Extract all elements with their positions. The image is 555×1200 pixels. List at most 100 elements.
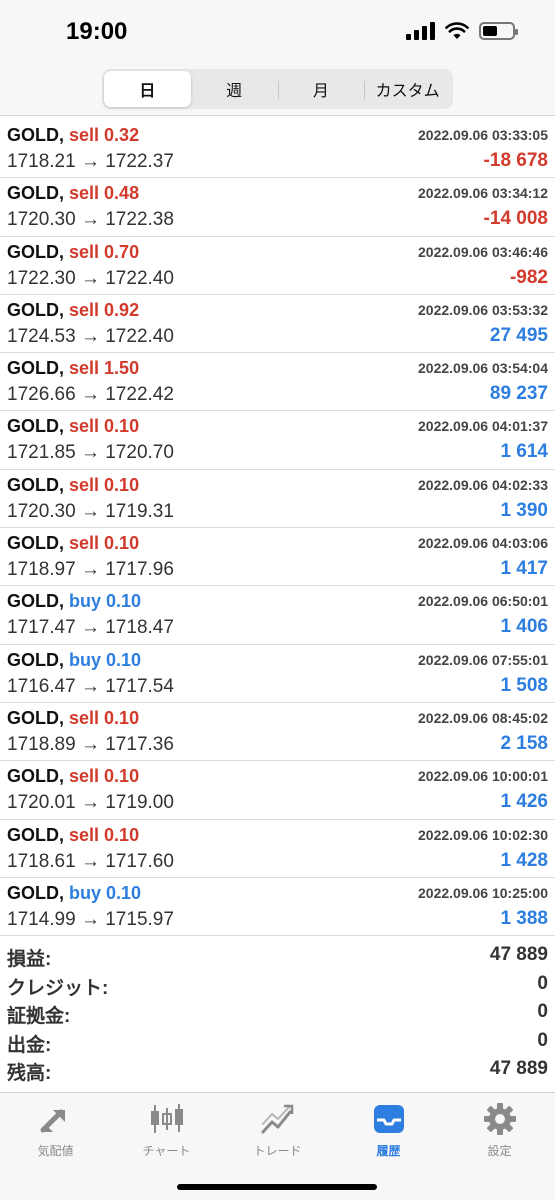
deal-symbol: GOLD, (7, 125, 64, 145)
deal-prices: 1720.30 → 1722.38 (7, 209, 174, 231)
deal-symbol: GOLD, (7, 649, 64, 670)
battery-level (483, 26, 497, 36)
deal-symbol: GOLD, (7, 882, 64, 903)
deal-time: 2022.09.06 10:02:30 (418, 826, 548, 843)
tab-label: 履歴 (376, 1144, 401, 1158)
deal-time: 2022.09.06 06:50:01 (418, 593, 548, 610)
summary-row: 残高: 47 889 (0, 1056, 555, 1085)
deal-symbol-line: GOLD, sell 0.10 (7, 533, 139, 554)
summary-row: 証拠金: 0 (0, 999, 555, 1028)
deal-prices: 1718.97 → 1717.96 (7, 559, 174, 581)
period-tab[interactable]: カスタム (364, 71, 451, 107)
deal-time: 2022.09.06 03:34:12 (418, 185, 548, 202)
deal-symbol: GOLD, (7, 474, 64, 495)
deal-profit: 1 390 (500, 499, 548, 521)
bottom-tab-bar: 気配値 チャート トレード 履歴 設定 (0, 1092, 555, 1200)
status-time: 19:00 (66, 18, 128, 45)
deal-time: 2022.09.06 04:03:06 (418, 535, 548, 552)
summary-value: 0 (537, 1029, 548, 1051)
tab-candlestick-chart[interactable]: チャート (111, 1101, 222, 1159)
deal-symbol: GOLD, (7, 824, 64, 845)
deal-symbol-line: GOLD, sell 0.10 (7, 475, 139, 496)
deal-profit: 1 508 (500, 674, 548, 696)
summary-row: クレジット: 0 (0, 971, 555, 1000)
summary-block: 損益: 47 889 クレジット: 0 証拠金: 0 出金: 0 残高: 47 889 (0, 942, 555, 1085)
deal-side-volume: buy 0.10 (69, 882, 142, 903)
deal-symbol-line: GOLD, sell 0.48 (7, 183, 139, 204)
deal-profit: 1 417 (500, 558, 548, 580)
deal-profit: -982 (509, 266, 548, 288)
quotes-arrows-icon (0, 1101, 111, 1137)
deal-side-volume: buy 0.10 (69, 591, 142, 612)
period-tab[interactable]: 日 (104, 71, 191, 107)
deal-side-volume: sell 0.10 (69, 533, 140, 554)
status-bar: 19:00 (0, 0, 555, 64)
deal-time: 2022.09.06 04:02:33 (418, 476, 548, 493)
deal-row[interactable]: GOLD, buy 0.10 2022.09.06 06:50:01 1717.47… (0, 586, 555, 645)
deal-side-volume: sell 0.10 (69, 766, 140, 787)
deal-symbol: GOLD, (7, 766, 64, 787)
tab-gear[interactable]: 設定 (444, 1101, 555, 1159)
deal-profit: 1 406 (500, 616, 548, 638)
deal-time: 2022.09.06 03:53:32 (418, 301, 548, 318)
deal-side-volume: sell 1.50 (69, 358, 140, 379)
candlestick-chart-icon (111, 1101, 222, 1137)
deal-symbol-line: GOLD, buy 0.10 (7, 650, 141, 671)
summary-label: 出金: (7, 1034, 52, 1056)
trade-line-chart-icon (222, 1101, 333, 1137)
deal-row[interactable]: GOLD, sell 0.10 2022.09.06 08:45:02 1718.8… (0, 703, 555, 762)
deal-row[interactable]: GOLD, sell 0.10 2022.09.06 10:02:30 1718.6… (0, 820, 555, 878)
tab-label: トレード (253, 1144, 302, 1158)
deal-side-volume: buy 0.10 (69, 649, 142, 670)
deal-side-volume: sell 0.48 (69, 183, 140, 204)
deal-symbol-line: GOLD, sell 0.32 (7, 125, 139, 146)
deal-profit: -14 008 (483, 208, 548, 230)
deal-time: 2022.09.06 04:01:37 (418, 418, 548, 435)
period-tab[interactable]: 月 (277, 71, 365, 107)
deal-row[interactable]: GOLD, sell 0.10 2022.09.06 04:01:37 1721.8… (0, 411, 555, 470)
deal-time: 2022.09.06 10:25:00 (418, 884, 548, 901)
summary-row: 出金: 0 (0, 1028, 555, 1057)
tab-quotes-arrows[interactable]: 気配値 (0, 1101, 111, 1159)
deal-profit: 89 237 (489, 383, 548, 405)
period-segmented-control: 日週月カスタム (102, 69, 453, 109)
deal-side-volume: sell 0.92 (69, 299, 140, 320)
tab-trade-line-chart[interactable]: トレード (222, 1101, 333, 1159)
deal-prices: 1718.89 → 1717.36 (7, 733, 174, 755)
deal-side-volume: sell 0.10 (69, 707, 140, 728)
deal-symbol: GOLD, (7, 299, 64, 320)
summary-value: 47 889 (489, 1058, 548, 1080)
deal-row[interactable]: GOLD, sell 0.32 2022.09.06 03:33:05 1718.2… (0, 120, 555, 179)
deal-row[interactable]: GOLD, sell 0.10 2022.09.06 10:00:01 1720.0… (0, 761, 555, 820)
gear-icon (444, 1101, 555, 1137)
deal-profit: 2 158 (500, 732, 548, 754)
deal-side-volume: sell 0.10 (69, 824, 140, 845)
deal-side-volume: sell 0.10 (69, 416, 140, 437)
tab-label: チャート (142, 1144, 191, 1158)
cellular-signal-icon (406, 22, 435, 40)
deal-row[interactable]: GOLD, sell 0.10 2022.09.06 04:03:06 1718.9… (0, 528, 555, 587)
deal-symbol: GOLD, (7, 416, 64, 437)
deal-row[interactable]: GOLD, sell 0.70 2022.09.06 03:46:46 1722.3… (0, 237, 555, 295)
deal-symbol: GOLD, (7, 358, 64, 379)
deal-row[interactable]: GOLD, sell 0.92 2022.09.06 03:53:32 1724.5… (0, 295, 555, 354)
deal-row[interactable]: GOLD, sell 1.50 2022.09.06 03:54:04 1726.6… (0, 353, 555, 412)
summary-value: 0 (537, 1001, 548, 1023)
deal-profit: 1 428 (500, 849, 548, 871)
deal-symbol-line: GOLD, sell 0.10 (7, 708, 139, 729)
tab-history-inbox[interactable]: 履歴 (333, 1101, 444, 1159)
deal-prices: 1714.99 → 1715.97 (7, 908, 174, 930)
deal-row[interactable]: GOLD, buy 0.10 2022.09.06 07:55:01 1716.47… (0, 645, 555, 703)
summary-value: 47 889 (489, 944, 548, 965)
deal-symbol-line: GOLD, sell 0.10 (7, 766, 139, 787)
summary-value: 0 (537, 972, 548, 994)
deal-row[interactable]: GOLD, buy 0.10 2022.09.06 10:25:00 1714.99… (0, 878, 555, 937)
period-tab[interactable]: 週 (191, 71, 278, 107)
deal-profit: 1 614 (500, 441, 548, 463)
status-icons (406, 22, 518, 40)
deal-side-volume: sell 0.32 (69, 125, 140, 145)
deal-prices: 1720.30 → 1719.31 (7, 500, 174, 522)
deal-row[interactable]: GOLD, sell 0.10 2022.09.06 04:02:33 1720.3… (0, 470, 555, 529)
deal-symbol: GOLD, (7, 707, 64, 728)
deal-row[interactable]: GOLD, sell 0.48 2022.09.06 03:34:12 1720.3… (0, 178, 555, 237)
